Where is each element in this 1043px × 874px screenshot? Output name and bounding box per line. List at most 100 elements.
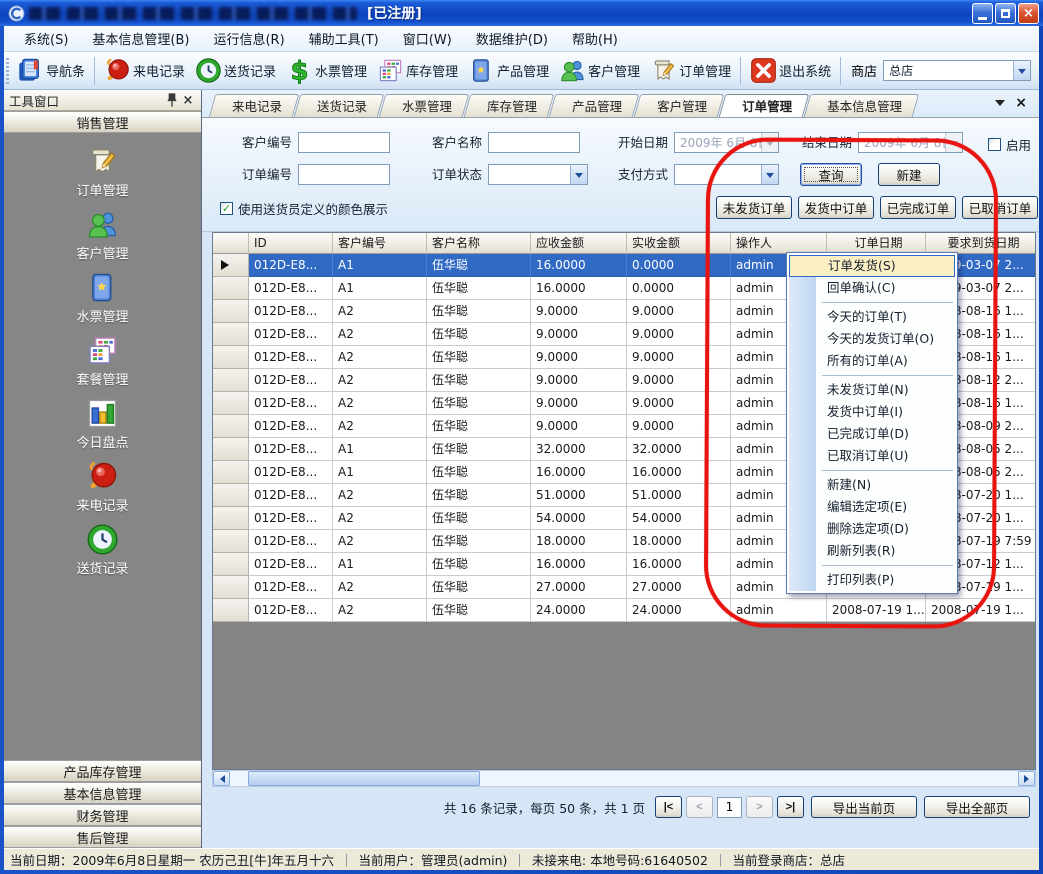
toolbar-button[interactable]: 客户管理: [554, 54, 645, 87]
grid-column-header[interactable]: 应收金额: [531, 233, 627, 254]
enable-checkbox[interactable]: [988, 138, 1001, 151]
toolbar-button[interactable]: 导航条: [12, 54, 90, 87]
query-button[interactable]: 查询: [800, 163, 862, 186]
row-selector[interactable]: [213, 438, 249, 461]
menubar-item[interactable]: 基本信息管理(B): [80, 25, 201, 52]
context-menu-item[interactable]: 发货中订单(I): [789, 401, 955, 423]
pay-method-combo[interactable]: [674, 164, 779, 185]
order-status-filter-button[interactable]: 已取消订单: [962, 196, 1038, 219]
combo-arrow-icon[interactable]: [761, 165, 778, 184]
context-menu-item[interactable]: 未发货订单(N): [789, 379, 955, 401]
shop-combo[interactable]: 总店: [883, 60, 1031, 81]
grid-column-header[interactable]: 操作人: [731, 233, 827, 254]
horizontal-scrollbar[interactable]: [212, 770, 1036, 787]
row-selector[interactable]: [213, 254, 249, 277]
row-selector[interactable]: [213, 530, 249, 553]
menubar-item[interactable]: 帮助(H): [560, 25, 630, 52]
maximize-button[interactable]: [995, 3, 1016, 24]
context-menu-item[interactable]: 删除选定项(D): [789, 518, 955, 540]
tab-客户管理[interactable]: 客户管理: [637, 94, 721, 117]
order-no-input[interactable]: [298, 164, 390, 185]
scroll-left-button[interactable]: [213, 771, 230, 786]
page-number-input[interactable]: [717, 797, 742, 818]
sidebar-item[interactable]: 水票管理: [4, 267, 201, 330]
row-selector[interactable]: [213, 484, 249, 507]
context-menu-item[interactable]: 订单发货(S): [789, 255, 955, 277]
context-menu-item[interactable]: 编辑选定项(E): [789, 496, 955, 518]
grid-column-header[interactable]: 客户编号: [333, 233, 427, 254]
tab-list-dropdown-icon[interactable]: [995, 100, 1005, 111]
start-date-picker[interactable]: 2009年 6月 8日: [674, 132, 779, 153]
sidebar-group-button[interactable]: 售后管理: [4, 826, 201, 848]
order-status-combo[interactable]: [488, 164, 588, 185]
row-selector[interactable]: [213, 553, 249, 576]
tab-close-icon[interactable]: ×: [1015, 96, 1027, 110]
row-selector[interactable]: [213, 461, 249, 484]
minimize-button[interactable]: [972, 3, 993, 24]
context-menu-item[interactable]: 已完成订单(D): [789, 423, 955, 445]
tool-window-close-icon[interactable]: ×: [180, 92, 196, 108]
sidebar-item[interactable]: 来电记录: [4, 456, 201, 519]
tab-订单管理[interactable]: 订单管理: [722, 94, 806, 117]
grid-column-header[interactable]: 实收金额: [627, 233, 731, 254]
next-page-button[interactable]: >: [746, 796, 773, 818]
last-page-button[interactable]: >|: [777, 796, 804, 818]
sidebar-group-button[interactable]: 产品库存管理: [4, 760, 201, 782]
sidebar-item[interactable]: 送货记录: [4, 519, 201, 582]
row-selector[interactable]: [213, 346, 249, 369]
context-menu-item[interactable]: 所有的订单(A): [789, 350, 955, 372]
grid-column-header[interactable]: 要求到货日期: [926, 233, 1036, 254]
grid-column-header[interactable]: 订单日期: [827, 233, 926, 254]
sidebar-item[interactable]: 套餐管理: [4, 330, 201, 393]
menubar-item[interactable]: 运行信息(R): [201, 25, 296, 52]
row-selector[interactable]: [213, 507, 249, 530]
context-menu-item[interactable]: 今天的发货订单(O): [789, 328, 955, 350]
menubar-item[interactable]: 窗口(W): [391, 25, 464, 52]
menubar-item[interactable]: 系统(S): [12, 25, 80, 52]
row-selector[interactable]: [213, 599, 249, 622]
tab-基本信息管理[interactable]: 基本信息管理: [807, 94, 916, 117]
context-menu-item[interactable]: 新建(N): [789, 474, 955, 496]
toolbar-button[interactable]: $水票管理: [281, 54, 372, 87]
first-page-button[interactable]: |<: [655, 796, 682, 818]
customer-no-input[interactable]: [298, 132, 390, 153]
row-selector[interactable]: [213, 300, 249, 323]
row-selector[interactable]: [213, 277, 249, 300]
toolbar-button[interactable]: 库存管理: [372, 54, 463, 87]
sidebar-group-button[interactable]: 基本信息管理: [4, 782, 201, 804]
tab-库存管理[interactable]: 库存管理: [467, 94, 551, 117]
scrollbar-thumb[interactable]: [248, 771, 480, 786]
sidebar-item[interactable]: 订单管理: [4, 141, 201, 204]
toolbar-grip[interactable]: [6, 58, 9, 84]
order-status-filter-button[interactable]: 发货中订单: [798, 196, 874, 219]
tab-水票管理[interactable]: 水票管理: [382, 94, 466, 117]
toolbar-button[interactable]: 订单管理: [645, 54, 736, 87]
combo-arrow-icon[interactable]: [1013, 61, 1030, 80]
grid-column-header[interactable]: 客户名称: [427, 233, 531, 254]
prev-page-button[interactable]: <: [686, 796, 713, 818]
context-menu-item[interactable]: 已取消订单(U): [789, 445, 955, 467]
sidebar-group-button[interactable]: 财务管理: [4, 804, 201, 826]
color-display-checkbox[interactable]: ✓: [220, 202, 233, 215]
context-menu-item[interactable]: 今天的订单(T): [789, 306, 955, 328]
row-selector[interactable]: [213, 323, 249, 346]
combo-arrow-icon[interactable]: [570, 165, 587, 184]
row-selector[interactable]: [213, 415, 249, 438]
menubar-item[interactable]: 辅助工具(T): [297, 25, 391, 52]
end-date-picker[interactable]: 2009年 6月 8日: [858, 132, 963, 153]
toolbar-button[interactable]: 来电记录: [99, 54, 190, 87]
toolbar-button[interactable]: 送货记录: [190, 54, 281, 87]
export-all-pages-button[interactable]: 导出全部页: [924, 796, 1030, 818]
tab-产品管理[interactable]: 产品管理: [552, 94, 636, 117]
context-menu-item[interactable]: 回单确认(C): [789, 277, 955, 299]
menubar-item[interactable]: 数据维护(D): [464, 25, 560, 52]
export-current-page-button[interactable]: 导出当前页: [811, 796, 917, 818]
pin-icon[interactable]: [164, 92, 180, 108]
close-button[interactable]: ×: [1018, 3, 1039, 24]
sidebar-item[interactable]: 今日盘点: [4, 393, 201, 456]
toolbar-button[interactable]: 退出系统: [745, 54, 836, 87]
order-status-filter-button[interactable]: 未发货订单: [716, 196, 792, 219]
sidebar-item[interactable]: 客户管理: [4, 204, 201, 267]
row-selector[interactable]: [213, 369, 249, 392]
context-menu-item[interactable]: 刷新列表(R): [789, 540, 955, 562]
